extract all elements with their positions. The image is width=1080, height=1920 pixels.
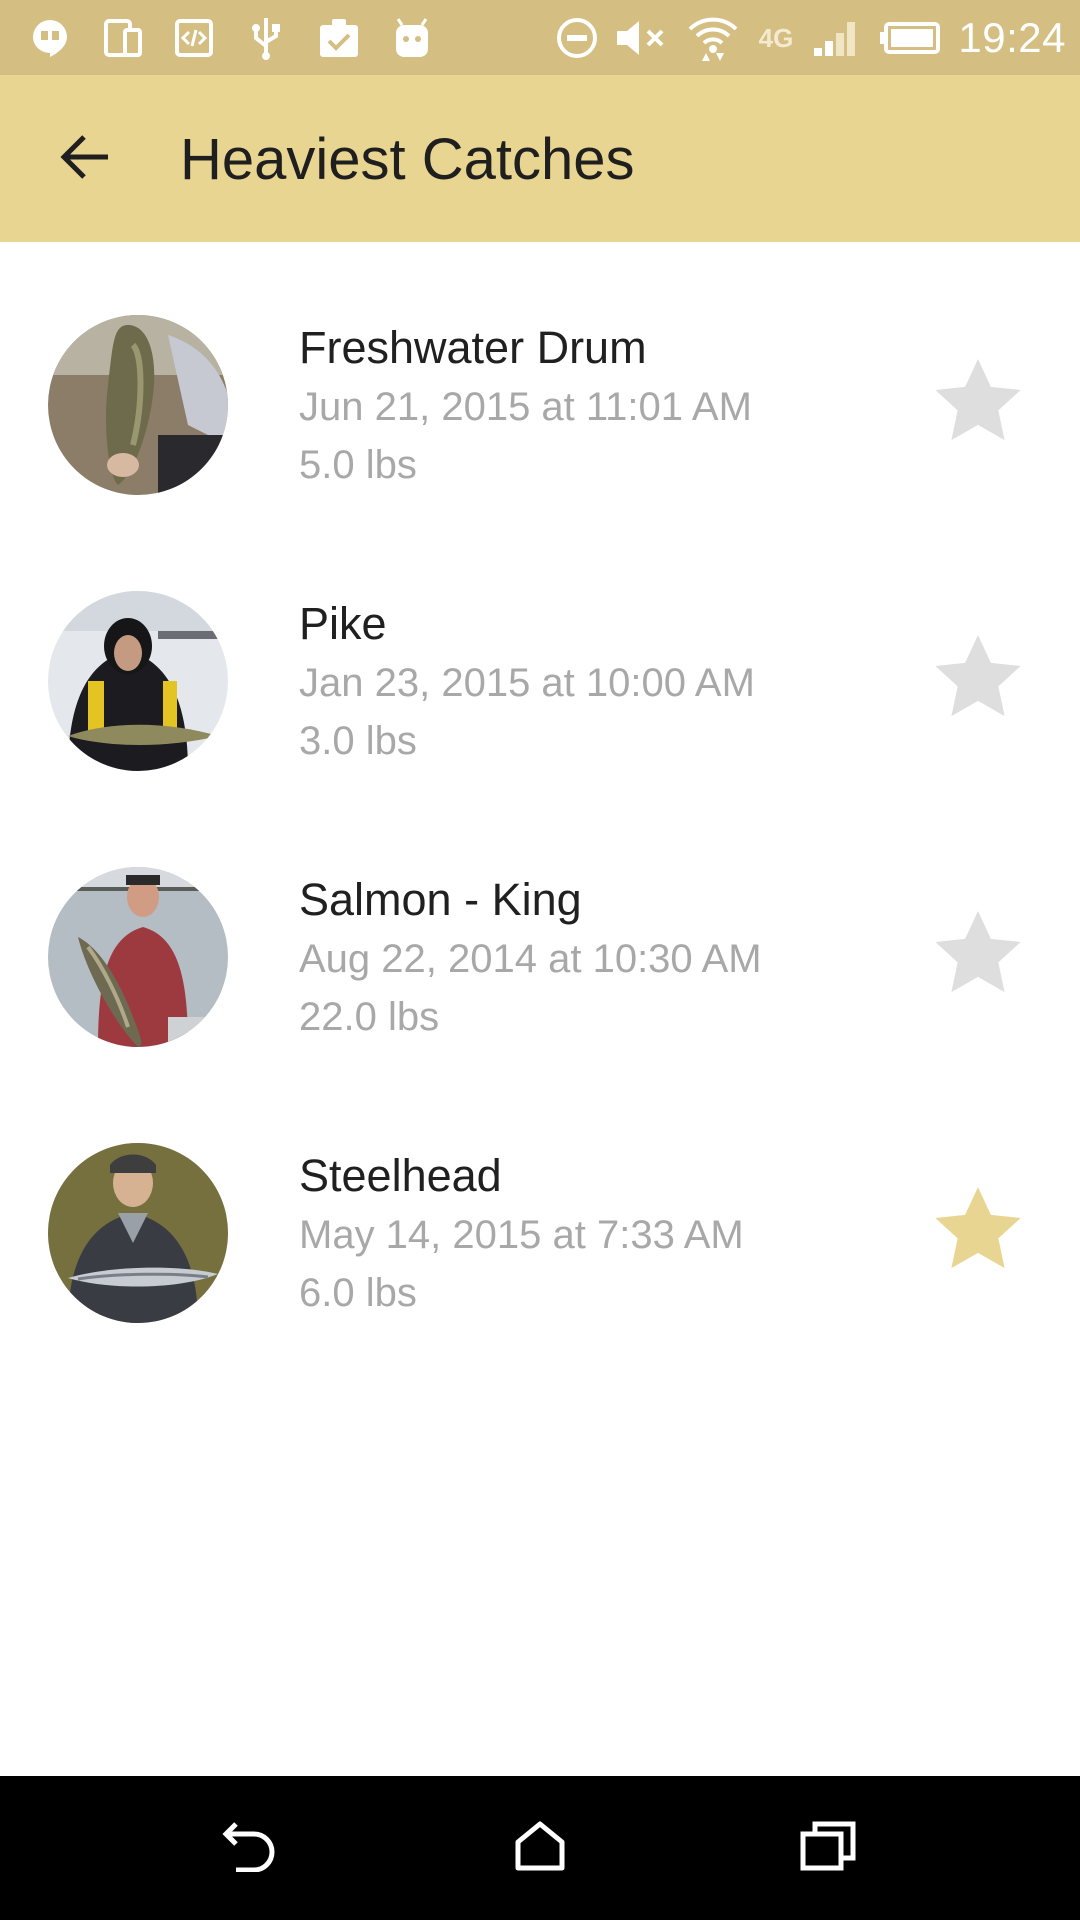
usb-icon [246,14,286,62]
catch-date: Jun 21, 2015 at 11:01 AM [299,385,752,429]
favorite-button[interactable] [928,629,1028,729]
favorite-button[interactable] [928,1181,1028,1281]
arrow-back-icon [58,133,110,186]
signal-icon [812,14,862,62]
do-not-disturb-icon [554,14,600,62]
catch-name: Pike [299,598,387,649]
status-clock: 19:24 [958,14,1066,61]
devices-icon [102,14,144,62]
catch-list: Freshwater Drum Jun 21, 2015 at 11:01 AM… [0,242,1080,1346]
catch-photo [48,1143,228,1323]
catch-weight: 5.0 lbs [299,443,417,487]
code-icon [173,14,215,62]
star-icon [931,1184,1025,1279]
android-icon [392,14,432,62]
home-icon [514,1820,566,1877]
network-type-label: 4G [758,22,794,53]
catch-name: Steelhead [299,1150,502,1201]
catch-photo [48,315,228,495]
list-item[interactable]: Freshwater Drum Jun 21, 2015 at 11:01 AM… [0,242,1080,518]
wifi-icon [686,14,740,62]
list-item[interactable]: Steelhead May 14, 2015 at 7:33 AM 6.0 lb… [0,1070,1080,1346]
catch-photo [48,867,228,1047]
nav-back-button[interactable] [202,1806,302,1890]
nav-home-button[interactable] [490,1806,590,1890]
volume-muted-icon [614,14,668,62]
catch-weight: 6.0 lbs [299,1271,417,1315]
back-button[interactable] [40,119,128,199]
star-icon [931,356,1025,451]
clipboard-check-icon [316,14,362,62]
catch-weight: 3.0 lbs [299,719,417,763]
back-nav-icon [222,1820,282,1877]
catch-weight: 22.0 lbs [299,995,440,1039]
catch-date: Jan 23, 2015 at 10:00 AM [299,661,755,705]
app-bar: Heaviest Catches [0,75,1080,242]
catch-name: Freshwater Drum [299,322,647,373]
list-item[interactable]: Salmon - King Aug 22, 2014 at 10:30 AM 2… [0,794,1080,1070]
catch-date: May 14, 2015 at 7:33 AM [299,1213,744,1257]
star-icon [931,632,1025,727]
battery-icon [880,14,942,62]
star-icon [931,908,1025,1003]
favorite-button[interactable] [928,353,1028,453]
catch-date: Aug 22, 2014 at 10:30 AM [299,937,762,981]
catch-photo [48,591,228,771]
favorite-button[interactable] [928,905,1028,1005]
hangouts-icon [30,14,70,62]
recents-icon [800,1820,856,1877]
nav-recents-button[interactable] [778,1806,878,1890]
catch-name: Salmon - King [299,874,582,925]
navigation-bar [0,1776,1080,1920]
status-bar: 4G 19:24 [0,0,1080,75]
page-title: Heaviest Catches [180,127,635,192]
list-item[interactable]: Pike Jan 23, 2015 at 10:00 AM 3.0 lbs [0,518,1080,794]
